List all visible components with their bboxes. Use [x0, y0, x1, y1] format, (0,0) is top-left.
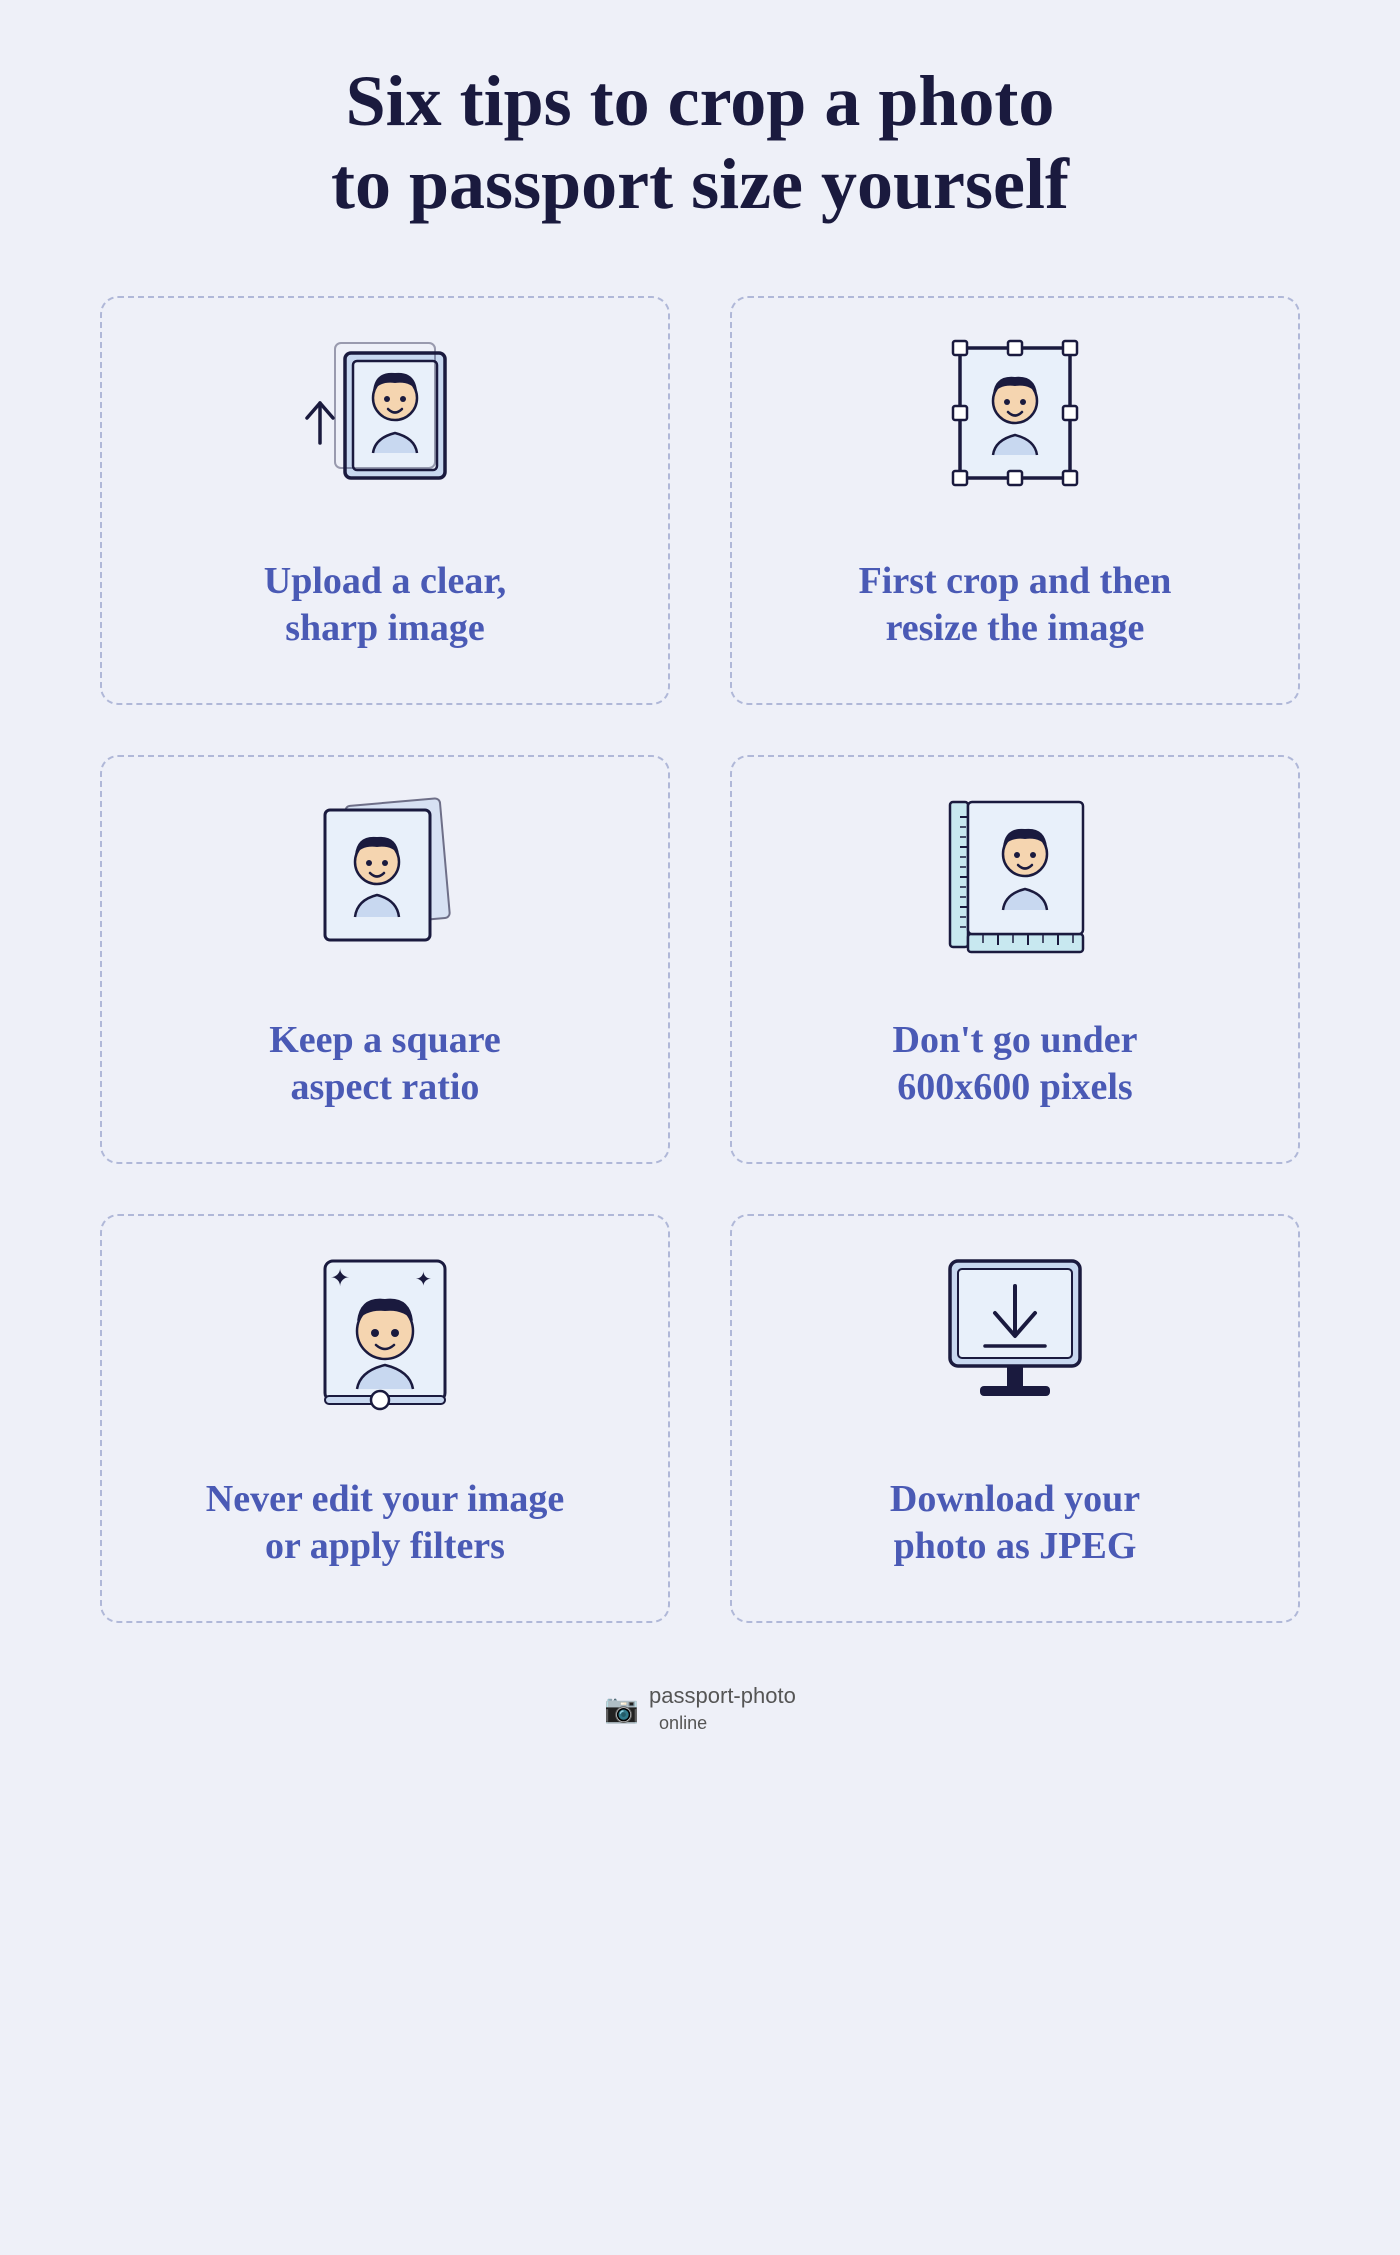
card-upload: Upload a clear,sharp image [100, 296, 670, 705]
svg-text:✦: ✦ [330, 1266, 350, 1292]
pixels-icon [915, 777, 1115, 977]
card-crop-resize-label: First crop and thenresize the image [859, 558, 1172, 653]
camera-icon: 📷 [604, 1692, 639, 1726]
card-no-edit: ✦ ✦ Never edit your imageor apply filter… [100, 1214, 670, 1623]
tips-grid: Upload a clear,sharp image [100, 296, 1300, 1623]
page-title: Six tips to crop a photo to passport siz… [331, 60, 1069, 226]
card-pixels-label: Don't go under600x600 pixels [893, 1017, 1138, 1112]
card-aspect-ratio-label: Keep a squareaspect ratio [269, 1017, 501, 1112]
card-download-label: Download yourphoto as JPEG [890, 1476, 1140, 1571]
no-edit-icon: ✦ ✦ [285, 1236, 485, 1436]
footer-logo: 📷 passport-photoonline [604, 1683, 796, 1735]
card-download: Download yourphoto as JPEG [730, 1214, 1300, 1623]
svg-text:✦: ✦ [415, 1269, 432, 1291]
card-no-edit-label: Never edit your imageor apply filters [206, 1476, 564, 1571]
card-aspect-ratio: Keep a squareaspect ratio [100, 755, 670, 1164]
crop-resize-icon [915, 318, 1115, 518]
page-wrapper: Six tips to crop a photo to passport siz… [0, 0, 1400, 1795]
card-crop-resize: First crop and thenresize the image [730, 296, 1300, 705]
aspect-ratio-icon [285, 777, 485, 977]
footer-text: passport-photoonline [649, 1683, 796, 1735]
download-icon [915, 1236, 1115, 1436]
card-pixels: Don't go under600x600 pixels [730, 755, 1300, 1164]
footer: 📷 passport-photoonline [604, 1683, 796, 1735]
card-upload-label: Upload a clear,sharp image [264, 558, 506, 653]
upload-photo-icon [285, 318, 485, 518]
